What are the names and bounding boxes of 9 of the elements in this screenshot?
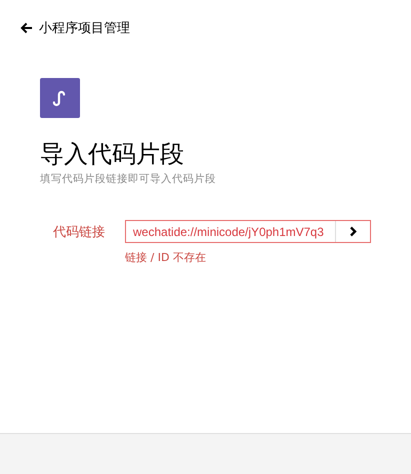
chevron-right-icon bbox=[348, 226, 358, 237]
back-arrow-icon bbox=[20, 22, 33, 34]
error-message: 链接 / ID 不存在 bbox=[125, 250, 206, 265]
field-label: 代码链接 bbox=[53, 224, 106, 240]
page-subtitle: 填写代码片段链接即可导入代码片段 bbox=[40, 172, 216, 186]
page-title: 导入代码片段 bbox=[40, 139, 184, 169]
app-logo bbox=[40, 78, 80, 118]
code-link-field[interactable]: wechatide://minicode/jY0ph1mV7q3 bbox=[125, 220, 371, 243]
back-link[interactable]: 小程序项目管理 bbox=[20, 19, 130, 37]
